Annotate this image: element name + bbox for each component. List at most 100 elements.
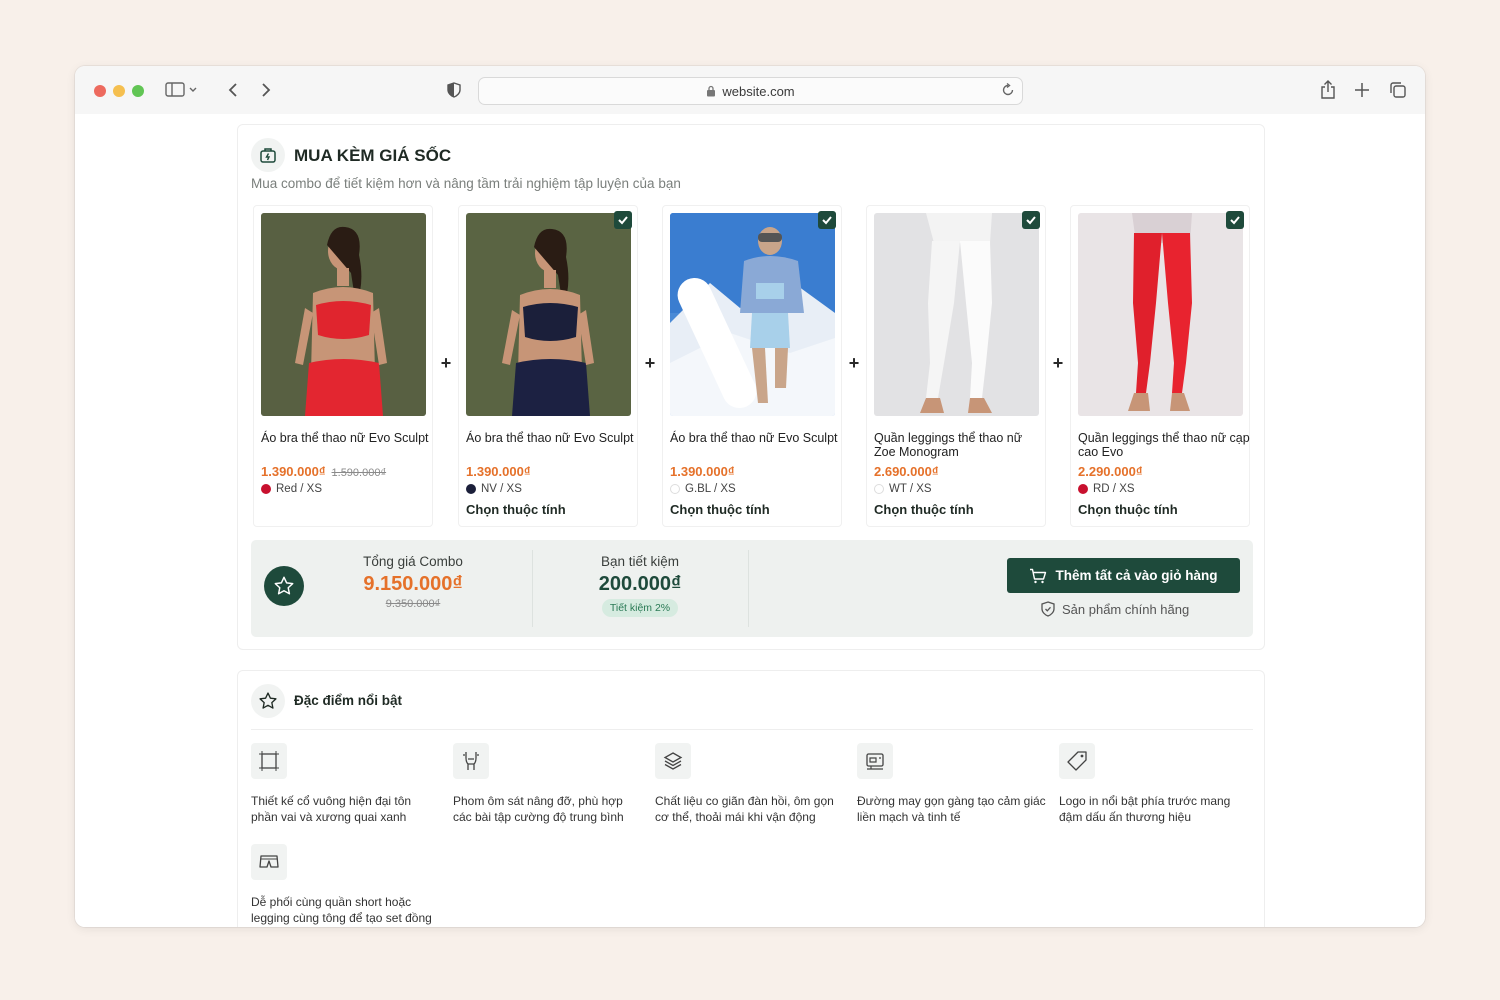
combo-savings: Bạn tiết kiệm 200.000₫ Tiết kiệm 2%: [560, 540, 720, 617]
product-image[interactable]: [466, 213, 631, 416]
add-all-to-cart-button[interactable]: Thêm tất cả vào giỏ hàng: [1007, 558, 1240, 593]
combo-product-card[interactable]: Quần leggings thể thao nữ cạp cao Evo 2.…: [1070, 205, 1250, 527]
product-image[interactable]: [874, 213, 1039, 416]
check-icon: [618, 216, 628, 225]
product-variant: WT / XS: [874, 483, 932, 495]
choose-attributes-link[interactable]: Chọn thuộc tính: [1078, 502, 1178, 517]
combo-product-card[interactable]: Áo bra thể thao nữ Evo Sculpt 1.390.000₫…: [662, 205, 842, 527]
product-name[interactable]: Áo bra thể thao nữ Evo Sculpt: [466, 431, 638, 445]
combo-section: MUA KÈM GIÁ SỐC Mua combo để tiết kiệm h…: [237, 124, 1265, 650]
product-name[interactable]: Áo bra thể thao nữ Evo Sculpt: [670, 431, 842, 445]
product-variant: RD / XS: [1078, 483, 1135, 495]
privacy-shield-button[interactable]: [442, 78, 466, 102]
feature-item: Dễ phối cùng quần short hoặc legging cùn…: [251, 844, 441, 927]
product-variant: Red / XS: [261, 483, 322, 495]
product-price: 1.390.000₫: [466, 464, 531, 479]
plus-separator: +: [848, 353, 860, 373]
combo-summary: Tổng giá Combo 9.150.000₫ 9.350.000₫ Bạn…: [251, 540, 1253, 637]
sidebar-toggle-button[interactable]: [164, 78, 200, 102]
feature-text: Chất liệu co giãn đàn hồi, ôm gọn cơ thể…: [655, 794, 834, 824]
product-price: 2.690.000₫: [874, 464, 939, 479]
color-swatch: [1078, 484, 1088, 494]
reload-icon: [1002, 82, 1014, 96]
minimize-window-button[interactable]: [113, 85, 125, 97]
feature-item: Phom ôm sát nâng đỡ, phù hợp các bài tập…: [453, 743, 643, 825]
shield-check-icon: [1041, 601, 1055, 617]
address-bar[interactable]: website.com: [478, 77, 1023, 105]
browser-window: website.com MUA KÈM GIÁ SỐC Mua combo để…: [75, 66, 1425, 927]
frame-icon: [251, 743, 287, 779]
product-name[interactable]: Áo bra thể thao nữ Evo Sculpt: [261, 431, 433, 445]
browser-toolbar: website.com: [75, 66, 1425, 114]
total-price: 9.150.000₫: [363, 573, 463, 595]
feature-text: Phom ôm sát nâng đỡ, phù hợp các bài tập…: [453, 794, 624, 824]
feature-item: Chất liệu co giãn đàn hồi, ôm gọn cơ thể…: [655, 743, 845, 825]
feature-text: Thiết kế cổ vuông hiện đại tôn phần vai …: [251, 794, 412, 824]
tab-overview-button[interactable]: [1386, 78, 1410, 102]
combo-product-card[interactable]: Áo bra thể thao nữ Evo Sculpt 1.390.000₫…: [253, 205, 433, 527]
plus-separator: +: [440, 353, 452, 373]
feature-text: Logo in nổi bật phía trước mang đậm dấu …: [1059, 794, 1231, 824]
sidebar-icon: [165, 82, 197, 97]
url-text: website.com: [722, 83, 795, 99]
savings-badge: Tiết kiệm 2%: [601, 599, 679, 617]
forward-button[interactable]: [254, 78, 278, 102]
back-button[interactable]: [221, 78, 245, 102]
share-icon: [1321, 80, 1335, 99]
product-name[interactable]: Quần leggings thể thao nữ Zoe Monogram: [874, 431, 1046, 459]
variant-label: WT / XS: [889, 483, 932, 495]
variant-label: RD / XS: [1093, 483, 1135, 495]
close-window-button[interactable]: [94, 85, 106, 97]
summary-divider: [532, 550, 533, 627]
combo-product-card[interactable]: Áo bra thể thao nữ Evo Sculpt 1.390.000₫…: [458, 205, 638, 527]
choose-attributes-link[interactable]: Chọn thuộc tính: [466, 502, 566, 517]
cart-icon: [1030, 568, 1047, 583]
chevron-left-icon: [228, 83, 237, 97]
combo-subtitle: Mua combo để tiết kiệm hơn và nâng tầm t…: [251, 176, 681, 191]
star-outline-icon: [259, 692, 277, 709]
savings-label: Bạn tiết kiệm: [600, 554, 680, 569]
choose-attributes-link[interactable]: Chọn thuộc tính: [874, 502, 974, 517]
new-tab-button[interactable]: [1350, 78, 1374, 102]
shield-icon: [447, 82, 461, 98]
maximize-window-button[interactable]: [132, 85, 144, 97]
variant-label: NV / XS: [481, 483, 522, 495]
features-section: Đặc điểm nổi bật Thiết kế cổ vuông hiện …: [237, 670, 1265, 927]
color-swatch: [261, 484, 271, 494]
product-image[interactable]: [1078, 213, 1243, 416]
check-icon: [1026, 216, 1036, 225]
combo-title: MUA KÈM GIÁ SỐC: [294, 146, 452, 165]
feature-item: Thiết kế cổ vuông hiện đại tôn phần vai …: [251, 743, 441, 825]
genuine-product-note: Sản phẩm chính hãng: [1041, 601, 1189, 617]
product-checkbox[interactable]: [818, 211, 836, 229]
product-checkbox[interactable]: [1226, 211, 1244, 229]
product-checkbox[interactable]: [614, 211, 632, 229]
product-checkbox[interactable]: [1022, 211, 1040, 229]
product-image[interactable]: [670, 213, 835, 416]
summary-divider: [748, 550, 749, 627]
feature-text: Dễ phối cùng quần short hoặc legging cùn…: [251, 895, 432, 925]
features-divider: [251, 729, 1253, 730]
variant-label: Red / XS: [276, 483, 323, 495]
total-label: Tổng giá Combo: [363, 554, 463, 569]
plus-separator: +: [644, 353, 656, 373]
plus-separator: +: [1052, 353, 1064, 373]
variant-label: G.BL / XS: [685, 483, 736, 495]
product-name[interactable]: Quần leggings thể thao nữ cạp cao Evo: [1078, 431, 1250, 459]
feature-text: Đường may gọn gàng tạo cảm giác liền mạc…: [857, 794, 1046, 824]
choose-attributes-link[interactable]: Chọn thuộc tính: [670, 502, 770, 517]
lock-icon: [707, 85, 716, 97]
star-icon: [274, 576, 294, 595]
product-image[interactable]: [261, 213, 426, 416]
star-badge: [264, 566, 304, 606]
share-button[interactable]: [1316, 78, 1340, 102]
body-fit-icon: [453, 743, 489, 779]
genuine-label: Sản phẩm chính hãng: [1062, 601, 1190, 617]
combo-total: Tổng giá Combo 9.150.000₫ 9.350.000₫: [333, 540, 493, 610]
chevron-right-icon: [262, 83, 271, 97]
add-all-to-cart-label: Thêm tất cả vào giỏ hàng: [1055, 568, 1218, 583]
reload-button[interactable]: [1000, 82, 1016, 101]
shorts-icon: [251, 844, 287, 880]
combo-product-card[interactable]: Quần leggings thể thao nữ Zoe Monogram 2…: [866, 205, 1046, 527]
product-price: 1.390.000₫: [670, 464, 735, 479]
